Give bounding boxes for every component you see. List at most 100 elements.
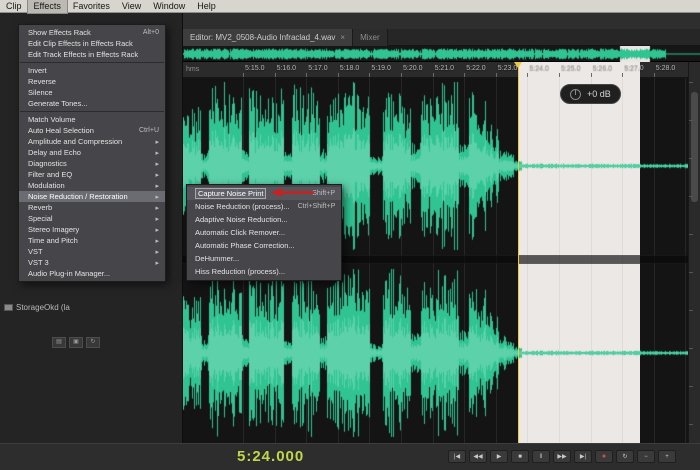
submenu-item-automatic-click-remover[interactable]: Automatic Click Remover...: [187, 226, 341, 239]
menu-item-label: Modulation: [28, 181, 65, 190]
folder-icon[interactable]: ▣: [69, 337, 83, 348]
effects-menu-item-edit-track-effects-in-effects-rack[interactable]: Edit Track Effects in Effects Rack: [19, 49, 165, 60]
close-icon[interactable]: ×: [340, 33, 345, 42]
effects-menu-item-special[interactable]: Special▸: [19, 213, 165, 224]
ruler-tick: [369, 73, 370, 77]
effects-menu-item-generate-tones[interactable]: Generate Tones...: [19, 98, 165, 109]
ruler-tick: [527, 73, 528, 77]
ruler-tick-label: 5:22.0: [466, 65, 485, 72]
submenu-arrow-icon: ▸: [155, 171, 159, 179]
effects-menu-item-modulation[interactable]: Modulation ▸: [19, 180, 165, 191]
menubar-item-view[interactable]: View: [116, 0, 147, 13]
submenu-item-adaptive-noise-reduction[interactable]: Adaptive Noise Reduction...: [187, 213, 341, 226]
ruler-tick: [338, 73, 339, 77]
ruler-tick: [433, 73, 434, 77]
playhead[interactable]: [518, 62, 519, 443]
submenu-arrow-icon: ▸: [155, 259, 159, 267]
menu-item-label: Reverb: [28, 203, 52, 212]
effects-menu-item-reverse[interactable]: Reverse: [19, 76, 165, 87]
tab-editor[interactable]: Editor: MV2_0508-Audio Infraclad_4.wav×: [183, 29, 353, 46]
skip-next-button[interactable]: ▶|: [574, 450, 592, 463]
effects-menu-item-time-and-pitch[interactable]: Time and Pitch▸: [19, 235, 165, 246]
submenu-item-label: Automatic Click Remover...: [195, 228, 285, 237]
effects-menu-item-auto-heal-selection[interactable]: Auto Heal SelectionCtrl+U: [19, 125, 165, 136]
list-view-icon[interactable]: ▤: [52, 337, 66, 348]
gain-knob-icon[interactable]: [570, 89, 581, 100]
menu-item-label: Invert: [28, 66, 47, 75]
ruler-tick-label: 5:24.0: [529, 65, 548, 72]
effects-menu-item-delay-and-echo[interactable]: Delay and Echo▸: [19, 147, 165, 158]
editor-tabbar: Editor: MV2_0508-Audio Infraclad_4.wav×M…: [183, 29, 700, 46]
effects-menu-item-audio-plug-in-manager[interactable]: Audio Plug-in Manager...: [19, 268, 165, 279]
effects-menu-item-vst-3[interactable]: VST 3 ▸: [19, 257, 165, 268]
ruler-tick: [243, 73, 244, 77]
menubar-item-favorites[interactable]: Favorites: [67, 0, 116, 13]
amplitude-tick: [689, 196, 693, 197]
menubar-item-help[interactable]: Help: [191, 0, 222, 13]
submenu-item-hiss-reduction-process[interactable]: Hiss Reduction (process)...: [187, 265, 341, 278]
time-display[interactable]: 5:24.000: [237, 448, 304, 465]
amplitude-tick: [689, 386, 693, 387]
submenu-item-label: Automatic Phase Correction...: [195, 241, 295, 250]
tab-mixer[interactable]: Mixer: [353, 29, 388, 46]
rewind-button[interactable]: ◀◀: [469, 450, 487, 463]
submenu-item-capture-noise-print[interactable]: Capture Noise PrintShift+P: [187, 187, 341, 200]
ruler-tick-label: 5:20.0: [403, 65, 422, 72]
vertical-scrollbar[interactable]: [688, 62, 700, 443]
overview-canvas: [183, 46, 700, 62]
submenu-item-automatic-phase-correction[interactable]: Automatic Phase Correction...: [187, 239, 341, 252]
effects-menu-item-vst[interactable]: VST▸: [19, 246, 165, 257]
effects-menu-item-noise-reduction-restoration[interactable]: Noise Reduction / Restoration▸: [19, 191, 165, 202]
files-tree-item[interactable]: StorageOkd (la: [4, 303, 70, 312]
effects-menu-item-filter-and-eq[interactable]: Filter and EQ▸: [19, 169, 165, 180]
annotation-arrow: [270, 187, 316, 198]
zoom-out-button[interactable]: −: [637, 450, 655, 463]
menu-item-label: VST 3: [28, 258, 49, 267]
amplitude-tick: [689, 82, 693, 83]
ruler-tick: [464, 73, 465, 77]
menu-item-label: Amplitude and Compression: [28, 137, 122, 146]
fast-forward-button[interactable]: ▶▶: [553, 450, 571, 463]
refresh-icon[interactable]: ↻: [86, 337, 100, 348]
menubar-item-window[interactable]: Window: [147, 0, 191, 13]
submenu-arrow-icon: ▸: [155, 248, 159, 256]
effects-menu-item-edit-clip-effects-in-effects-rack[interactable]: Edit Clip Effects in Effects Rack: [19, 38, 165, 49]
menubar-item-clip[interactable]: Clip: [0, 0, 28, 13]
amplitude-tick: [689, 234, 693, 235]
menubar-item-effects[interactable]: Effects: [28, 0, 67, 13]
scrollbar-thumb[interactable]: [691, 92, 698, 202]
effects-menu-item-reverb[interactable]: Reverb▸: [19, 202, 165, 213]
submenu-item-label: DeHummer...: [195, 254, 239, 263]
menu-item-label: Show Effects Rack: [28, 28, 91, 37]
amplitude-tick: [689, 424, 693, 425]
waveform-overview[interactable]: [183, 46, 700, 62]
zoom-in-button[interactable]: +: [658, 450, 676, 463]
effects-menu-item-show-effects-rack[interactable]: Show Effects RackAlt+0: [19, 27, 165, 38]
play-button[interactable]: ▶: [490, 450, 508, 463]
gain-hud-label: +0 dB: [587, 89, 611, 99]
ruler-tick: [306, 73, 307, 77]
effects-menu-item-invert[interactable]: Invert: [19, 65, 165, 76]
amplitude-tick: [689, 158, 693, 159]
loop-button[interactable]: ↻: [616, 450, 634, 463]
effects-menu: Show Effects RackAlt+0Edit Clip Effects …: [18, 24, 166, 282]
skip-previous-button[interactable]: |◀: [448, 450, 466, 463]
pause-button[interactable]: ‖: [532, 450, 550, 463]
effects-menu-item-amplitude-and-compression[interactable]: Amplitude and Compression▸: [19, 136, 165, 147]
ruler-tick-label: 5:21.0: [435, 65, 454, 72]
submenu-item-noise-reduction-process[interactable]: Noise Reduction (process)...Ctrl+Shift+P: [187, 200, 341, 213]
submenu-item-dehummer[interactable]: DeHummer...: [187, 252, 341, 265]
ruler-tick: [275, 73, 276, 77]
effects-menu-item-match-volume[interactable]: Match Volume: [19, 114, 165, 125]
submenu-arrow-icon: ▸: [155, 182, 159, 190]
stop-button[interactable]: ■: [511, 450, 529, 463]
gain-hud[interactable]: +0 dB: [560, 84, 621, 104]
record-button[interactable]: ●: [595, 450, 613, 463]
menu-item-label: Auto Heal Selection: [28, 126, 94, 135]
effects-menu-item-stereo-imagery[interactable]: Stereo Imagery▸: [19, 224, 165, 235]
effects-menu-item-diagnostics[interactable]: Diagnostics▸: [19, 158, 165, 169]
effects-menu-item-silence[interactable]: Silence: [19, 87, 165, 98]
ruler-tick: [654, 73, 655, 77]
submenu-item-label: Capture Noise Print: [195, 188, 266, 199]
audition-window: StorageOkd (la ▤ ▣ ↻ Editor: MV2_0508-Au…: [0, 0, 700, 470]
